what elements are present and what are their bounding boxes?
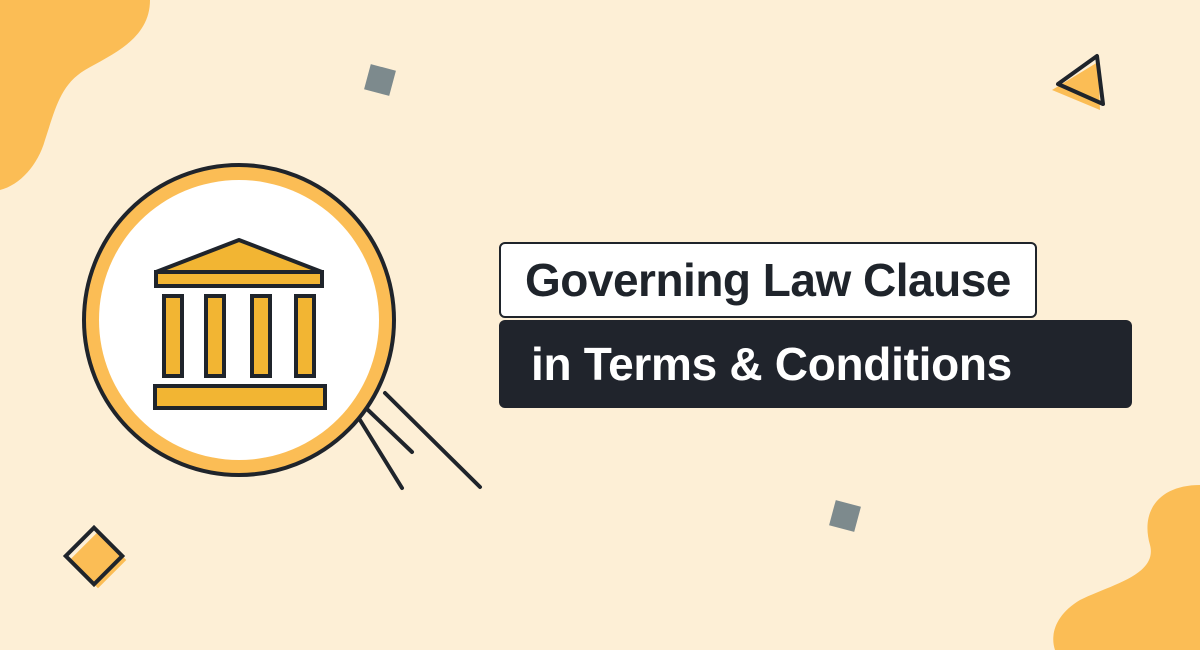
page-title: Governing Law Clause bbox=[525, 254, 1011, 306]
title-label-box: Governing Law Clause bbox=[499, 242, 1037, 318]
courthouse-in-magnifier-icon bbox=[82, 163, 482, 490]
gray-diamond-top bbox=[364, 64, 396, 96]
diamond-outline-icon bbox=[62, 524, 127, 589]
gray-diamond-bottom bbox=[829, 500, 861, 532]
triangle-play-icon bbox=[1052, 54, 1105, 110]
subtitle-label-box: in Terms & Conditions bbox=[499, 320, 1132, 408]
orange-blob-bottom-right bbox=[1053, 485, 1200, 650]
orange-blob-top-left bbox=[0, 0, 150, 190]
page-subtitle: in Terms & Conditions bbox=[531, 338, 1012, 390]
banner-canvas: Governing Law Clause in Terms & Conditio… bbox=[0, 0, 1200, 650]
